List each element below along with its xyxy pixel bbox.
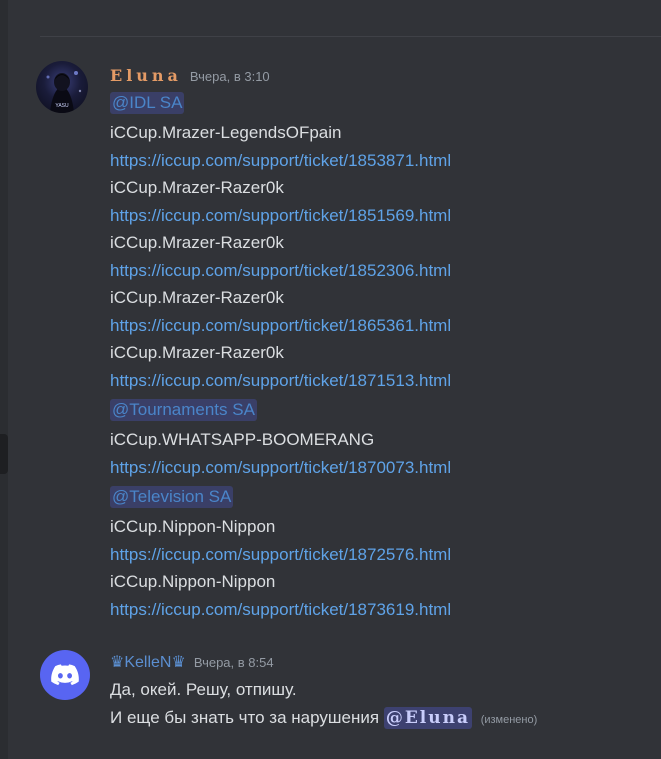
ticket-link[interactable]: https://iccup.com/support/ticket/1873619… xyxy=(110,600,451,619)
ticket-link[interactable]: https://iccup.com/support/ticket/1872576… xyxy=(110,545,451,564)
timestamp: Вчера, в 3:10 xyxy=(189,69,270,84)
message-text-with-mention: И еще бы знать что за нарушения @Eluna (… xyxy=(110,704,661,732)
role-mention[interactable]: @Television SA xyxy=(110,486,234,508)
ticket-link[interactable]: https://iccup.com/support/ticket/1852306… xyxy=(110,261,451,280)
author-name[interactable]: ♛KelleN♛ xyxy=(110,652,186,672)
user-mention[interactable]: @Eluna xyxy=(383,706,472,729)
edited-label: (изменено) xyxy=(480,713,538,726)
author-name[interactable]: Eluna xyxy=(110,66,182,85)
avatar-kellen[interactable] xyxy=(40,650,90,700)
avatar-eluna[interactable]: YASU xyxy=(36,61,88,113)
message-divider xyxy=(40,36,661,37)
nickname-line: iCCup.Mrazer-Razer0k xyxy=(110,233,284,252)
ticket-link[interactable]: https://iccup.com/support/ticket/1853871… xyxy=(110,151,451,170)
svg-text:YASU: YASU xyxy=(55,103,69,109)
nickname-line: iCCup.Mrazer-Razer0k xyxy=(110,178,284,197)
role-mention[interactable]: @IDL SA xyxy=(110,92,185,114)
mention-line: @Tournaments SA xyxy=(110,394,661,426)
ticket-link[interactable]: https://iccup.com/support/ticket/1851569… xyxy=(110,206,451,225)
message-text: Да, окей. Решу, отпишу. xyxy=(110,680,297,699)
scrollbar-thumb[interactable] xyxy=(0,434,8,474)
mention-line: @IDL SA xyxy=(110,87,661,119)
message-text: И еще бы знать что за нарушения xyxy=(110,707,380,727)
discord-logo-icon xyxy=(51,664,79,686)
ticket-link[interactable]: https://iccup.com/support/ticket/1871513… xyxy=(110,371,451,390)
server-list-edge xyxy=(0,0,8,759)
ticket-link[interactable]: https://iccup.com/support/ticket/1865361… xyxy=(110,316,451,335)
ticket-link[interactable]: https://iccup.com/support/ticket/1870073… xyxy=(110,458,451,477)
nickname-line: iCCup.Nippon-Nippon xyxy=(110,572,276,591)
nickname-line: iCCup.Mrazer-Razer0k xyxy=(110,288,284,307)
nickname-line: iCCup.Nippon-Nippon xyxy=(110,517,276,536)
nickname-line: iCCup.Mrazer-LegendsOFpain xyxy=(110,123,342,142)
timestamp: Вчера, в 8:54 xyxy=(193,655,274,670)
mention-line: @Television SA xyxy=(110,481,661,513)
role-mention[interactable]: @Tournaments SA xyxy=(110,399,257,421)
nickname-line: iCCup.Mrazer-Razer0k xyxy=(110,343,284,362)
nickname-line: iCCup.WHATSAPP-BOOMERANG xyxy=(110,430,375,449)
